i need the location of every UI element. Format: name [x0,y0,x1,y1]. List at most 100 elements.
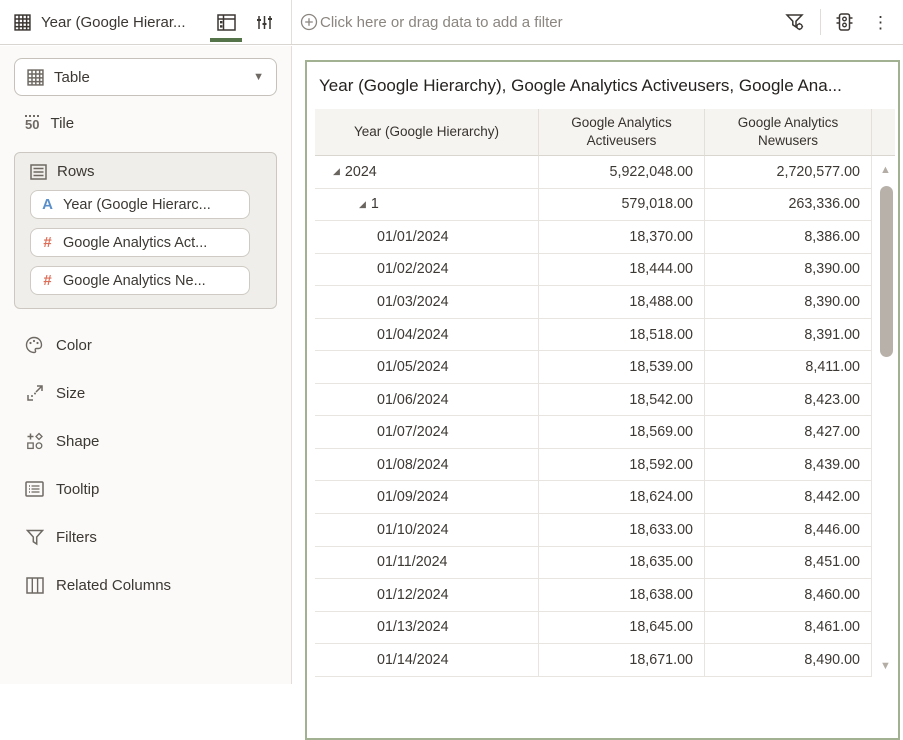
row-label: 01/13/2024 [377,619,449,635]
data-settings-icon[interactable] [835,12,854,32]
table-row: 01/12/202418,638.008,460.00 [315,579,895,612]
column-header[interactable]: Year (Google Hierarchy) [315,109,539,156]
activeusers-cell[interactable]: 5,922,048.00 [539,156,705,189]
drop-target-label: Related Columns [56,577,171,594]
activeusers-cell[interactable]: 18,444.00 [539,254,705,287]
table-visualization[interactable]: Year (Google Hierarchy), Google Analytic… [305,60,900,740]
row-header-cell[interactable]: 01/12/2024 [315,579,539,612]
more-options-menu-icon[interactable]: ⋮ [868,14,893,31]
row-header-cell[interactable]: 01/04/2024 [315,319,539,352]
newusers-cell[interactable]: 8,446.00 [705,514,872,547]
vertical-scrollbar[interactable]: ▲ ▼ [879,109,894,677]
row-label: 01/07/2024 [377,424,449,440]
row-header-cell[interactable]: 01/10/2024 [315,514,539,547]
measure-icon: # [41,272,54,289]
rows-field-pill[interactable]: #Google Analytics Ne... [30,266,250,295]
rows-field-pill[interactable]: #Google Analytics Act... [30,228,250,257]
filter-settings-icon[interactable] [785,12,806,32]
row-label: 01/11/2024 [377,554,448,570]
newusers-cell[interactable]: 8,490.00 [705,644,872,677]
newusers-cell[interactable]: 8,451.00 [705,547,872,580]
drop-target-tile[interactable]: 50 Tile [14,102,277,144]
row-header-cell[interactable]: 01/14/2024 [315,644,539,677]
scroll-up-icon[interactable]: ▲ [880,164,891,176]
activeusers-cell[interactable]: 18,624.00 [539,481,705,514]
row-header-cell[interactable]: 01/13/2024 [315,612,539,645]
tile-icon: 50 [25,115,39,131]
row-label: 01/02/2024 [377,261,449,277]
newusers-cell[interactable]: 8,411.00 [705,351,872,384]
row-header-cell[interactable]: 01/01/2024 [315,221,539,254]
rows-field-pill[interactable]: AYear (Google Hierarc... [30,190,250,219]
activeusers-cell[interactable]: 18,671.00 [539,644,705,677]
row-label: 01/06/2024 [377,392,449,408]
grammar-sidebar: Table ▼ 50 Tile Rows AYear (Google Hiera… [0,46,292,684]
table-row: ◢1579,018.00263,336.00 [315,189,895,222]
activeusers-cell[interactable]: 18,633.00 [539,514,705,547]
newusers-cell[interactable]: 8,460.00 [705,579,872,612]
top-bar: Year (Google Hierar... Click here or dra… [0,0,903,45]
filters-icon [25,529,44,546]
activeusers-cell[interactable]: 18,542.00 [539,384,705,417]
newusers-cell[interactable]: 8,427.00 [705,416,872,449]
visualization-title: Year (Google Hierar... [41,14,203,31]
row-header-cell[interactable]: ◢1 [315,189,539,222]
newusers-cell[interactable]: 8,390.00 [705,254,872,287]
tab-properties[interactable] [245,0,283,45]
row-header-cell[interactable]: ◢2024 [315,156,539,189]
drop-target-filters[interactable]: Filters [14,513,277,561]
row-header-cell[interactable]: 01/05/2024 [315,351,539,384]
row-header-cell[interactable]: 01/11/2024 [315,547,539,580]
activeusers-cell[interactable]: 18,638.00 [539,579,705,612]
plus-circle-icon [300,13,318,31]
newusers-cell[interactable]: 8,439.00 [705,449,872,482]
newusers-cell[interactable]: 8,390.00 [705,286,872,319]
column-header[interactable]: Google Analytics Activeusers [539,109,705,156]
activeusers-cell[interactable]: 18,645.00 [539,612,705,645]
drop-target-size[interactable]: Size [14,369,277,417]
drop-target-shape[interactable]: Shape [14,417,277,465]
activeusers-cell[interactable]: 18,370.00 [539,221,705,254]
add-filter-bar[interactable]: Click here or drag data to add a filter [300,13,785,31]
top-bar-actions: ⋮ [785,9,893,35]
table-row: 01/01/202418,370.008,386.00 [315,221,895,254]
newusers-cell[interactable]: 263,336.00 [705,189,872,222]
row-header-cell[interactable]: 01/06/2024 [315,384,539,417]
row-header-cell[interactable]: 01/09/2024 [315,481,539,514]
newusers-cell[interactable]: 8,423.00 [705,384,872,417]
shape-icon [25,432,44,450]
row-header-cell[interactable]: 01/07/2024 [315,416,539,449]
row-header-cell[interactable]: 01/08/2024 [315,449,539,482]
field-label: Google Analytics Act... [63,235,207,251]
drop-target-tooltip[interactable]: Tooltip [14,465,277,513]
activeusers-cell[interactable]: 18,635.00 [539,547,705,580]
activeusers-cell[interactable]: 18,518.00 [539,319,705,352]
collapse-triangle-icon[interactable]: ◢ [333,167,340,176]
activeusers-cell[interactable]: 579,018.00 [539,189,705,222]
row-header-cell[interactable]: 01/03/2024 [315,286,539,319]
activeusers-cell[interactable]: 18,539.00 [539,351,705,384]
table-row: 01/07/2024 18,569.008,427.00 [315,416,895,449]
drop-target-label: Filters [56,529,97,546]
activeusers-cell[interactable]: 18,569.00 [539,416,705,449]
activeusers-cell[interactable]: 18,592.00 [539,449,705,482]
scroll-down-icon[interactable]: ▼ [880,660,891,672]
tab-grammar-panel[interactable] [207,0,245,45]
collapse-triangle-icon[interactable]: ◢ [359,200,366,209]
row-header-cell[interactable]: 01/02/2024 [315,254,539,287]
activeusers-cell[interactable]: 18,488.00 [539,286,705,319]
newusers-cell[interactable]: 2,720,577.00 [705,156,872,189]
newusers-cell[interactable]: 8,391.00 [705,319,872,352]
scrollbar-thumb[interactable] [880,186,893,357]
rows-icon [30,164,47,180]
column-header[interactable]: Google Analytics Newusers [705,109,872,156]
drop-target-color[interactable]: Color [14,321,277,369]
newusers-cell[interactable]: 8,442.00 [705,481,872,514]
drop-target-label: Color [56,337,92,354]
newusers-cell[interactable]: 8,461.00 [705,612,872,645]
newusers-cell[interactable]: 8,386.00 [705,221,872,254]
rows-drop-zone[interactable]: Rows AYear (Google Hierarc...#Google Ana… [14,152,277,309]
viz-type-dropdown[interactable]: Table ▼ [14,58,277,96]
drop-target-related-columns[interactable]: Related Columns [14,561,277,609]
color-icon [25,336,44,354]
